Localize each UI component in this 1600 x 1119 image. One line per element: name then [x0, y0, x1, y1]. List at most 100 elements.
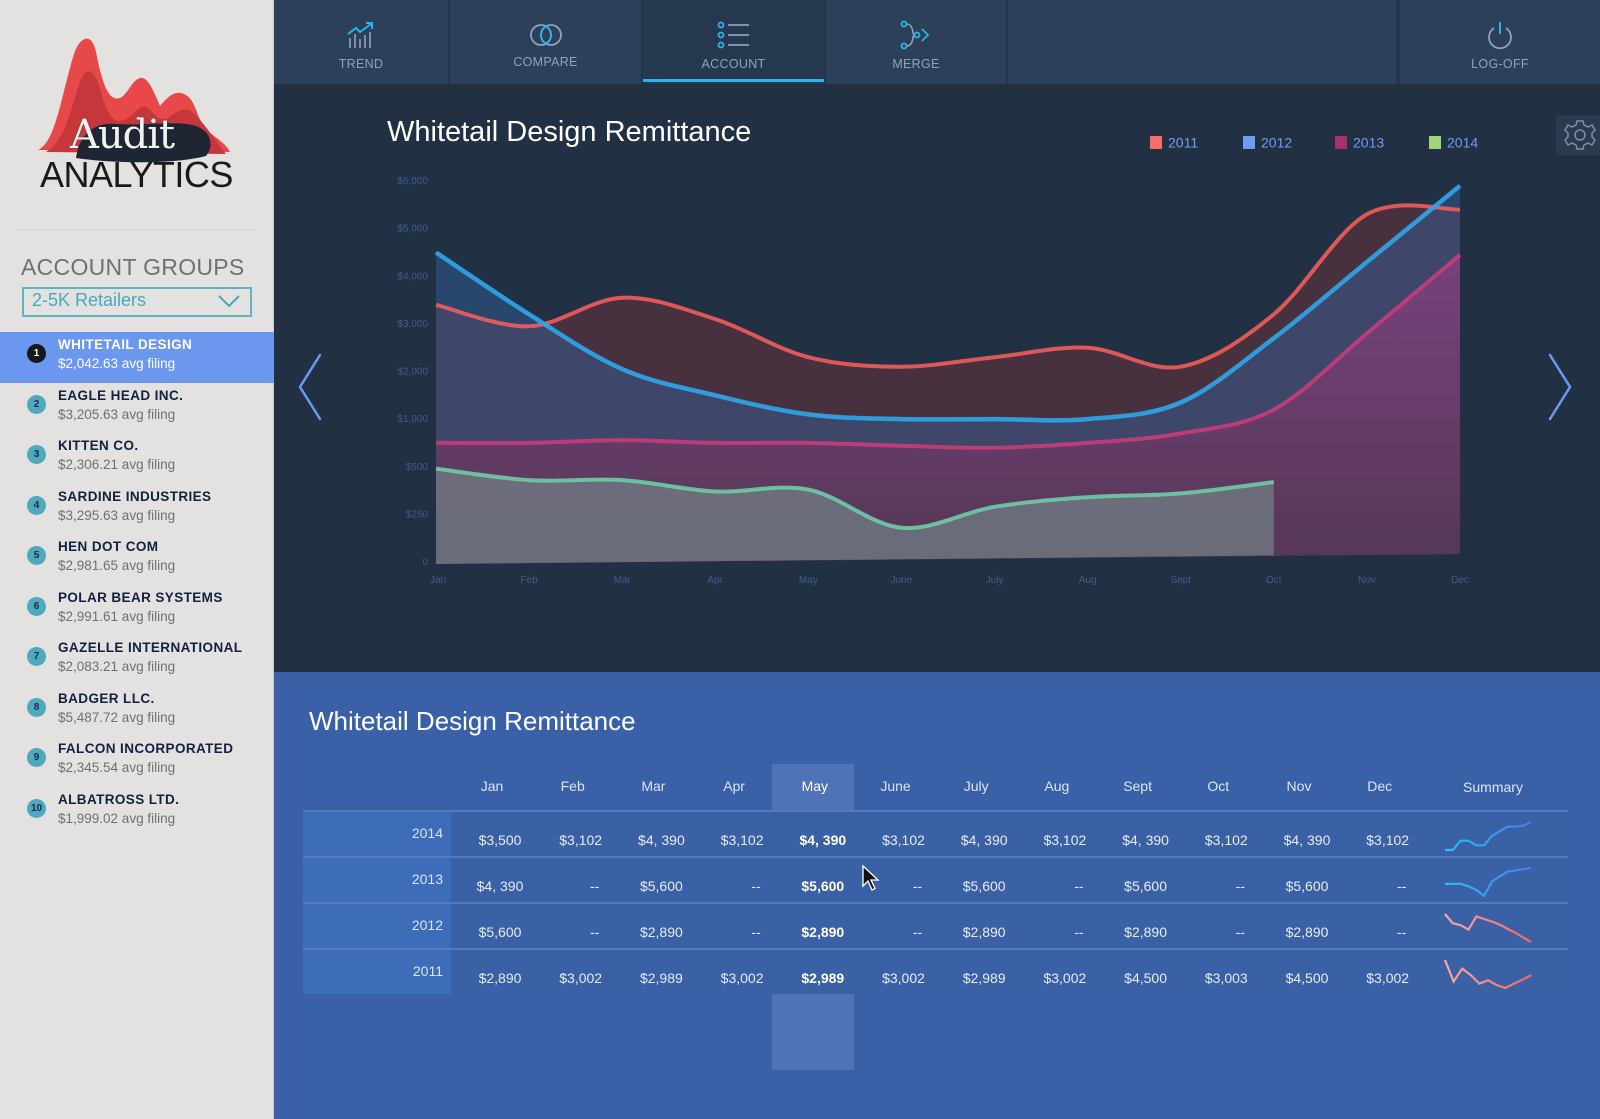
y-tick-label: $1,000: [397, 414, 428, 425]
legend-item-2014[interactable]: 2014: [1429, 132, 1478, 152]
table-cell[interactable]: $5,600: [1266, 878, 1348, 894]
table-cell[interactable]: $3,003: [1185, 970, 1267, 986]
legend-item-2011[interactable]: 2011: [1150, 132, 1198, 152]
account-item[interactable]: 5 HEN DOT COM $2,981.65 avg filing: [0, 534, 274, 585]
year-cell: 2013: [303, 858, 451, 902]
column-header-june[interactable]: June: [855, 778, 937, 794]
chart-settings-button[interactable]: [1556, 115, 1600, 155]
table-header-row: Summary Jan Feb Mar Apr May June July Aug Sept Oc…: [303, 764, 1568, 810]
y-tick-label: $6,000: [397, 176, 428, 187]
table-cell[interactable]: $4,500: [1266, 970, 1348, 986]
summary-sparkline: [1445, 866, 1532, 898]
column-header-sept[interactable]: Sept: [1097, 778, 1179, 794]
table-cell[interactable]: $5,600: [459, 924, 541, 940]
table-cell[interactable]: $3,102: [1347, 832, 1429, 848]
account-avg-filing: $2,981.65 avg filing: [58, 558, 176, 573]
y-tick-label: $5,000: [397, 224, 428, 235]
table-cell[interactable]: --: [1361, 878, 1443, 894]
account-group-selected: 2-5K Retailers: [32, 290, 147, 310]
table-cell[interactable]: $4,500: [1105, 970, 1187, 986]
table-cell[interactable]: $3,102: [1024, 832, 1106, 848]
legend-label: 2012: [1261, 134, 1293, 151]
table-cell[interactable]: $5,600: [1105, 878, 1187, 894]
account-item[interactable]: 4 SARDINE INDUSTRIES $3,295.63 avg filing: [0, 484, 274, 535]
table-cell[interactable]: $3,002: [540, 970, 622, 986]
column-header-mar[interactable]: Mar: [612, 778, 694, 794]
table-cell[interactable]: $2,890: [620, 924, 702, 940]
table-cell[interactable]: $3,500: [459, 832, 541, 848]
table-cell[interactable]: $2,989: [782, 970, 864, 986]
table-cell[interactable]: $4, 390: [1266, 832, 1348, 848]
chevron-down-icon: [218, 295, 240, 308]
table-cell[interactable]: $2,890: [1105, 924, 1187, 940]
column-header-apr[interactable]: Apr: [693, 778, 775, 794]
logoff-button[interactable]: LOG-OFF: [1398, 0, 1600, 84]
account-item[interactable]: 10 ALBATROSS LTD. $1,999.02 avg filing: [0, 787, 274, 838]
column-header-oct[interactable]: Oct: [1177, 778, 1259, 794]
chart-title: Whitetail Design Remittance: [387, 116, 752, 148]
x-tick-label: Dec: [1451, 575, 1469, 586]
table-cell[interactable]: $3,102: [1185, 832, 1267, 848]
table-cell[interactable]: $2,989: [943, 970, 1025, 986]
legend-swatch: [1335, 136, 1347, 149]
table-cell[interactable]: $4, 390: [620, 832, 702, 848]
legend-item-2013[interactable]: 2013: [1335, 132, 1384, 152]
table-cell[interactable]: $5,600: [620, 878, 702, 894]
column-header-feb[interactable]: Feb: [532, 778, 614, 794]
account-name: WHITETAIL DESIGN: [58, 337, 193, 352]
table-cell[interactable]: $3,002: [863, 970, 945, 986]
account-item[interactable]: 7 GAZELLE INTERNATIONAL $2,083.21 avg fili…: [0, 635, 274, 686]
account-item[interactable]: 3 KITTEN CO. $2,306.21 avg filing: [0, 433, 274, 484]
column-header-aug[interactable]: Aug: [1016, 778, 1098, 794]
table-cell[interactable]: $3,002: [701, 970, 783, 986]
tab-label: MERGE: [892, 57, 940, 71]
tab-trend[interactable]: TREND: [274, 0, 450, 84]
table-cell[interactable]: $2,989: [620, 970, 702, 986]
rank-badge: 8: [27, 697, 46, 717]
account-item[interactable]: 9 FALCON INCORPORATED $2,345.54 avg filing: [0, 736, 274, 787]
table-cell[interactable]: $4, 390: [459, 878, 541, 894]
legend-swatch: [1243, 136, 1255, 149]
table-cell[interactable]: $2,890: [1266, 924, 1348, 940]
table-cell[interactable]: $2,890: [459, 970, 541, 986]
table-cell[interactable]: $3,102: [540, 832, 622, 848]
table-cell[interactable]: $2,890: [943, 924, 1025, 940]
column-header-july[interactable]: July: [935, 778, 1017, 794]
account-group-dropdown[interactable]: 2-5K Retailers: [22, 287, 252, 317]
table-cell[interactable]: $3,002: [1347, 970, 1429, 986]
account-avg-filing: $2,042.63 avg filing: [58, 356, 176, 371]
account-name: KITTEN CO.: [58, 438, 139, 453]
table-cell[interactable]: $4, 390: [943, 832, 1025, 848]
legend-item-2012[interactable]: 2012: [1243, 132, 1292, 152]
table-cell[interactable]: $2,890: [782, 924, 864, 940]
y-tick-label: $3,000: [397, 319, 428, 330]
account-item[interactable]: 6 POLAR BEAR SYSTEMS $2,991.61 avg filing: [0, 585, 274, 636]
account-groups-title: ACCOUNT GROUPS: [21, 254, 245, 280]
tab-account[interactable]: ACCOUNT: [643, 0, 826, 84]
list-icon: [717, 21, 749, 49]
table-cell[interactable]: $4, 390: [1105, 832, 1187, 848]
table-cell[interactable]: $5,600: [782, 878, 864, 894]
table-cell[interactable]: $3,102: [863, 832, 945, 848]
table-cell[interactable]: $3,002: [1024, 970, 1106, 986]
previous-arrow-icon[interactable]: [294, 351, 324, 423]
table-cell[interactable]: --: [1361, 924, 1443, 940]
tab-merge[interactable]: MERGE: [826, 0, 1008, 84]
x-tick-label: Oct: [1266, 575, 1282, 586]
table-cell[interactable]: $3,102: [701, 832, 783, 848]
tab-compare[interactable]: COMPARE: [450, 0, 643, 84]
chart-panel: 0 $250 $500 $1,000 $2,000 $3,000 $4,000 $5,000 $…: [274, 84, 1600, 672]
account-item[interactable]: 2 EAGLE HEAD INC. $3,205.63 avg filing: [0, 383, 274, 434]
year-label: 2011: [412, 963, 443, 979]
column-header-dec[interactable]: Dec: [1339, 778, 1421, 794]
year-label: 2012: [411, 917, 443, 933]
next-arrow-icon[interactable]: [1546, 351, 1576, 423]
rank-badge: 4: [27, 495, 46, 515]
table-cell[interactable]: $4, 390: [782, 832, 864, 848]
column-header-may[interactable]: May: [774, 778, 856, 794]
column-header-nov[interactable]: Nov: [1258, 778, 1340, 794]
column-header-jan[interactable]: Jan: [451, 778, 533, 794]
account-item[interactable]: 1 WHITETAIL DESIGN $2,042.63 avg filing: [0, 332, 274, 383]
table-cell[interactable]: $5,600: [943, 878, 1025, 894]
account-item[interactable]: 8 BADGER LLC. $5,487.72 avg filing: [0, 686, 274, 737]
